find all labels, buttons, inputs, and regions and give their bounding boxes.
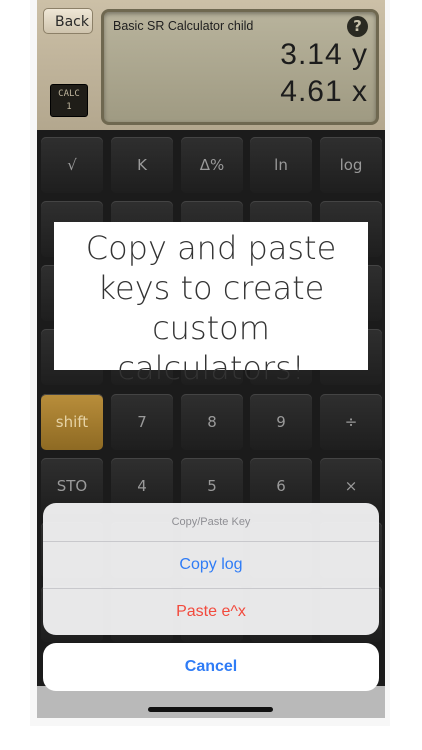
key-9[interactable]: 9 bbox=[250, 394, 312, 450]
display-register-x: 4.61 x bbox=[280, 75, 368, 108]
calc-badge-number: 1 bbox=[66, 102, 72, 112]
calc-badge-label: CALC bbox=[58, 89, 80, 99]
copy-paste-action-sheet: Copy/Paste Key Copy log Paste e^x bbox=[43, 503, 379, 635]
key-7[interactable]: 7 bbox=[111, 394, 173, 450]
top-bar: Back CALC 1 Basic SR Calculator child ? … bbox=[37, 0, 385, 130]
key-delta-percent[interactable]: Δ% bbox=[181, 137, 243, 193]
home-indicator[interactable] bbox=[148, 707, 273, 712]
key-divide[interactable]: ÷ bbox=[320, 394, 382, 450]
action-sheet-title: Copy/Paste Key bbox=[43, 503, 379, 542]
key-shift[interactable]: shift bbox=[41, 394, 103, 450]
calc-selector-badge[interactable]: CALC 1 bbox=[50, 84, 88, 117]
key-log[interactable]: log bbox=[320, 137, 382, 193]
copy-key-button[interactable]: Copy log bbox=[43, 542, 379, 589]
display-register-y: 3.14 y bbox=[280, 38, 368, 71]
display-title: Basic SR Calculator child bbox=[113, 19, 254, 33]
promo-message: Copy and paste keys to create custom cal… bbox=[54, 222, 368, 387]
calculator-display: Basic SR Calculator child ? 3.14 y 4.61 … bbox=[101, 9, 379, 125]
key-8[interactable]: 8 bbox=[181, 394, 243, 450]
back-button[interactable]: Back bbox=[43, 8, 93, 34]
paste-key-button[interactable]: Paste e^x bbox=[43, 589, 379, 635]
key-sqrt[interactable]: √ bbox=[41, 137, 103, 193]
key-k[interactable]: K bbox=[111, 137, 173, 193]
help-icon[interactable]: ? bbox=[347, 16, 368, 37]
calculator-screen: Back CALC 1 Basic SR Calculator child ? … bbox=[37, 0, 385, 718]
cancel-button[interactable]: Cancel bbox=[43, 643, 379, 691]
key-ln[interactable]: ln bbox=[250, 137, 312, 193]
